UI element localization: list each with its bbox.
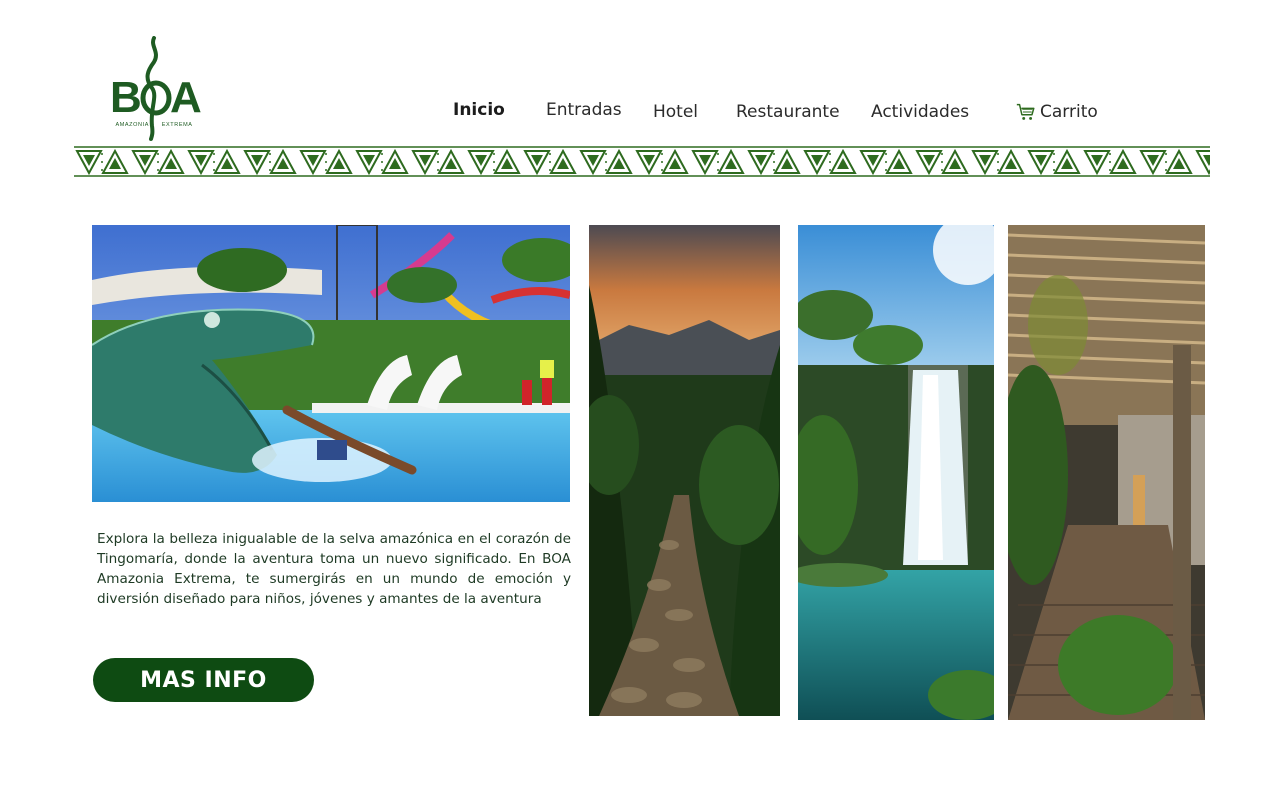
nav-item-actividades[interactable]: Actividades [871, 102, 969, 122]
cart-label: Carrito [1040, 102, 1098, 122]
intro-description: Explora la belleza inigualable de la sel… [97, 531, 571, 607]
jungle-stone-path-photo [589, 225, 780, 716]
cart-icon [1016, 103, 1035, 120]
decorative-pattern-border [74, 145, 1210, 178]
nav-item-hotel[interactable]: Hotel [653, 102, 698, 122]
wooden-walkway-photo [1008, 225, 1205, 720]
nav-item-restaurante[interactable]: Restaurante [736, 102, 840, 122]
nav-item-entradas[interactable]: Entradas [546, 100, 622, 120]
nav-item-carrito[interactable]: Carrito [1015, 101, 1098, 123]
main-nav: Inicio Entradas Hotel Restaurante Activi… [0, 0, 1280, 130]
waterpark-snake-slide-photo [92, 225, 570, 502]
mas-info-button[interactable]: MAS INFO [93, 658, 314, 702]
waterfall-lagoon-photo [798, 225, 994, 720]
nav-item-inicio[interactable]: Inicio [453, 100, 505, 120]
